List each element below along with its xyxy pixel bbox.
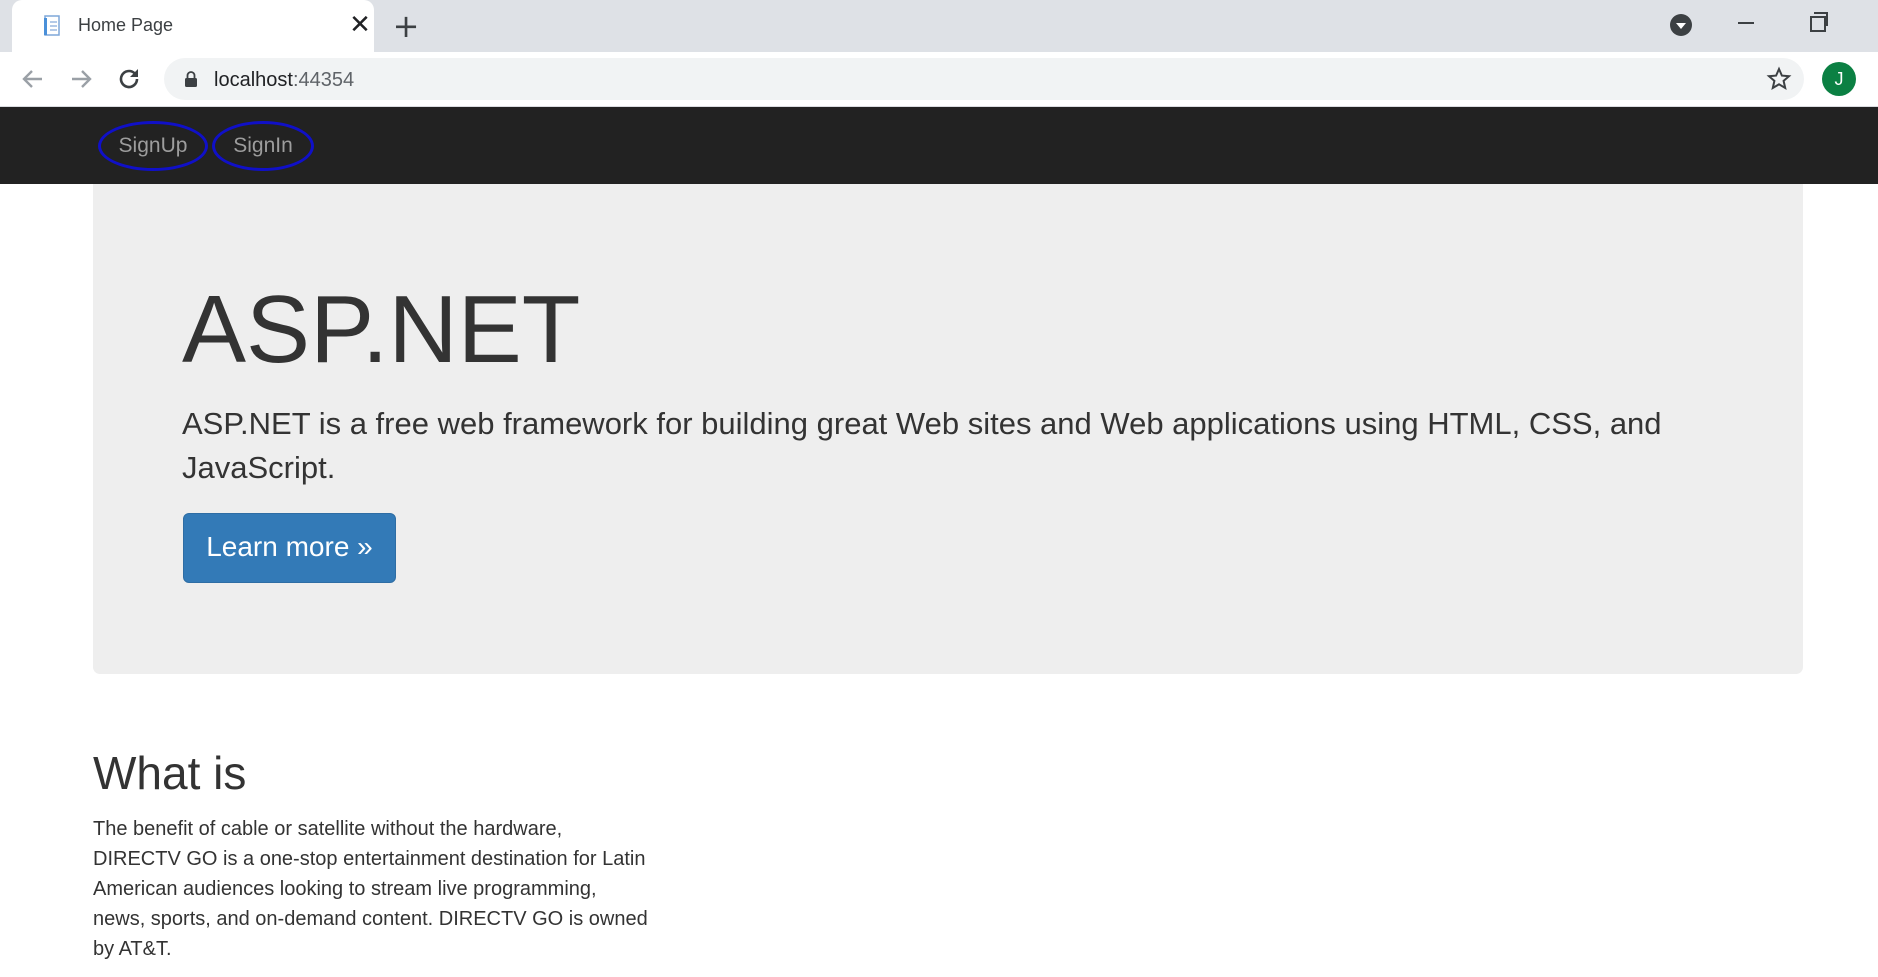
browser-tab[interactable]: Home Page ✕ bbox=[12, 0, 374, 52]
tab-close-icon[interactable]: ✕ bbox=[348, 11, 372, 37]
learn-more-button[interactable]: Learn more » bbox=[183, 513, 396, 583]
url-host: localhost bbox=[214, 69, 293, 91]
forward-arrow-icon[interactable] bbox=[66, 64, 96, 94]
url-text[interactable]: localhost:44354 bbox=[214, 69, 354, 92]
profile-avatar[interactable]: J bbox=[1822, 62, 1856, 96]
tab-title: Home Page bbox=[78, 15, 174, 35]
jumbotron-title: ASP.NET bbox=[182, 276, 581, 383]
browser-tab-strip: Home Page ✕ + bbox=[0, 0, 1878, 52]
new-tab-button[interactable]: + bbox=[390, 10, 422, 42]
nav-signin-link[interactable]: SignIn bbox=[212, 121, 314, 171]
address-bar[interactable]: localhost:44354 bbox=[164, 58, 1804, 100]
jumbotron: ASP.NET ASP.NET is a free web framework … bbox=[93, 184, 1803, 674]
minimize-icon[interactable] bbox=[1738, 22, 1754, 24]
browser-toolbar: localhost:44354 J bbox=[0, 52, 1878, 107]
nav-signup-link[interactable]: SignUp bbox=[98, 121, 208, 171]
star-icon[interactable] bbox=[1766, 66, 1792, 92]
reload-icon[interactable] bbox=[114, 64, 144, 94]
page-favicon-icon bbox=[44, 15, 60, 36]
tab-search-icon[interactable] bbox=[1670, 14, 1692, 36]
jumbotron-lead: ASP.NET is a free web framework for buil… bbox=[182, 406, 1662, 485]
site-navbar: SignUp SignIn bbox=[0, 107, 1878, 184]
section-body: The benefit of cable or satellite withou… bbox=[93, 818, 648, 960]
url-port: :44354 bbox=[292, 69, 355, 91]
section-title: What is bbox=[93, 747, 247, 799]
restore-icon[interactable] bbox=[1810, 12, 1828, 32]
lock-icon[interactable] bbox=[184, 71, 198, 87]
back-arrow-icon[interactable] bbox=[18, 64, 48, 94]
